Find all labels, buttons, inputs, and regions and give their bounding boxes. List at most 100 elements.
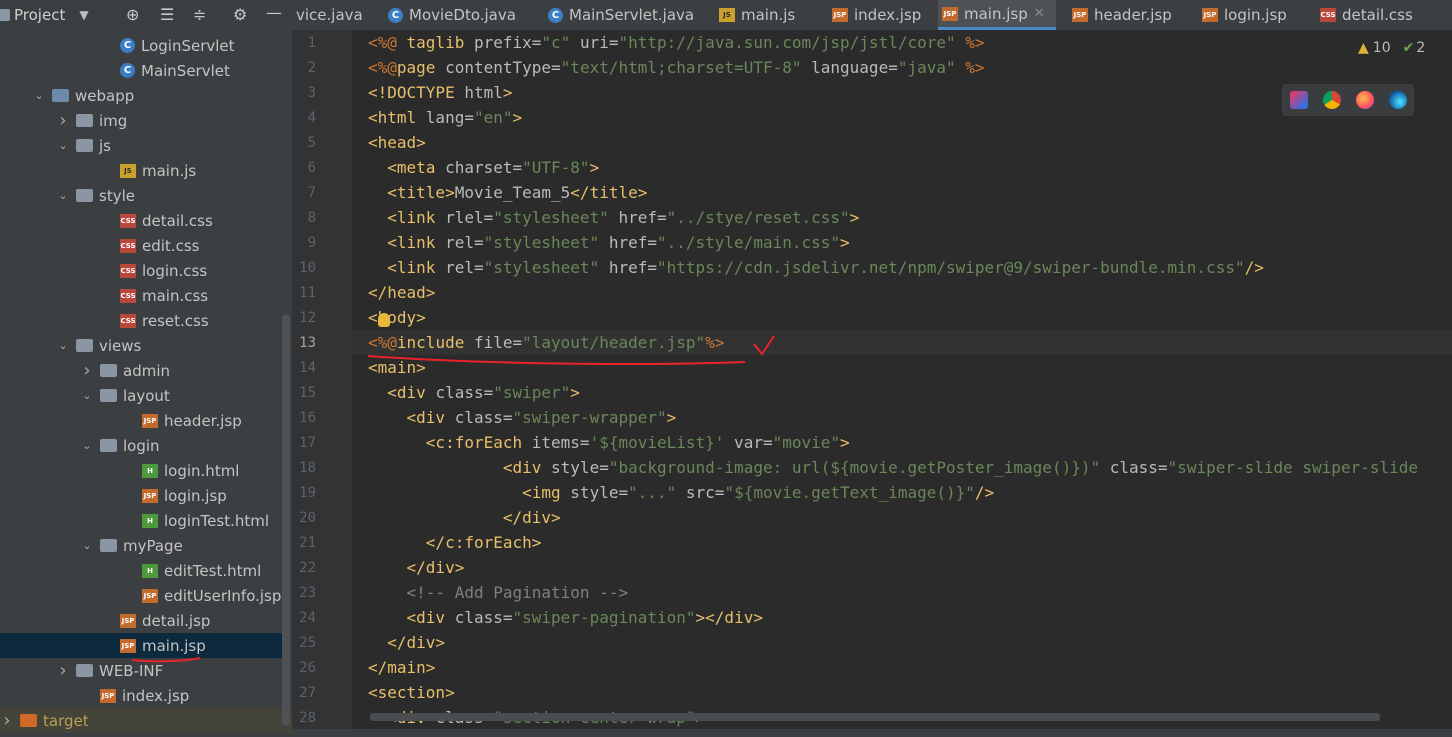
tree-item-label: style (99, 186, 135, 205)
minimize-icon[interactable]: — (266, 3, 282, 22)
tab-label: login.jsp (1224, 6, 1287, 24)
tree-item[interactable]: ⌄ myPage (0, 533, 284, 558)
collapse-all-icon[interactable]: ☰ (160, 5, 174, 24)
tree-item[interactable]: JSP header.jsp (0, 408, 284, 433)
tree-item[interactable]: ⌄ style (0, 183, 284, 208)
tree-item[interactable]: › target (0, 708, 292, 733)
lightbulb-icon[interactable] (378, 313, 390, 327)
tree-item[interactable]: CSS detail.css (0, 208, 284, 233)
tab-detail-css[interactable]: CSS detail.css (1316, 0, 1426, 30)
chevron-right-icon[interactable]: › (56, 660, 70, 681)
tab-login-jsp[interactable]: JSP login.jsp (1198, 0, 1306, 30)
line-number: 1 (307, 35, 316, 51)
tree-item[interactable]: CSS login.css (0, 258, 284, 283)
tree-item-label: js (99, 136, 111, 155)
tab-header-jsp[interactable]: JSP header.jsp (1068, 0, 1188, 30)
tree-item[interactable]: ⌄ webapp (0, 83, 284, 108)
tree-item[interactable]: JSP index.jsp (0, 683, 284, 708)
tree-item[interactable]: JSP editUserInfo.jsp (0, 583, 284, 608)
warnings-count[interactable]: ▲ 10 (1358, 40, 1391, 56)
tree-item[interactable]: JSP detail.jsp (0, 608, 284, 633)
css-file-icon: CSS (120, 263, 136, 278)
tab-main-jsp[interactable]: JSP main.jsp ✕ (938, 0, 1056, 30)
tree-item[interactable]: JSP main.jsp (0, 633, 284, 658)
tree-item-label: MainServlet (141, 61, 230, 80)
folder-icon (76, 664, 93, 677)
tree-item[interactable]: C MainServlet (0, 58, 284, 83)
firefox-icon[interactable] (1355, 91, 1374, 109)
inspection-widget[interactable]: ▲ 10 ✔ 2 (1358, 40, 1425, 56)
code-line: <div class="swiper"> (387, 383, 580, 402)
tab-label: MovieDto.java (409, 6, 516, 24)
chevron-down-icon[interactable]: ▼ (79, 8, 88, 22)
chevron-down-icon[interactable]: ⌄ (80, 539, 94, 552)
tree-item-label: edit.css (142, 236, 200, 255)
tree-item[interactable]: ⌄ js (0, 133, 284, 158)
tree-item[interactable]: HeditTest.html (0, 558, 284, 583)
line-number: 7 (307, 185, 316, 201)
tab-vice-java[interactable]: vice.java (292, 0, 378, 30)
tree-item[interactable]: JS main.js (0, 158, 284, 183)
tree-item-label: header.jsp (164, 411, 242, 430)
chevron-down-icon[interactable]: ⌄ (80, 439, 94, 452)
warning-icon: ▲ (1358, 40, 1369, 56)
tree-item[interactable]: HloginTest.html (0, 508, 284, 533)
tree-item[interactable]: ⌄ layout (0, 383, 284, 408)
tree-item[interactable]: Hlogin.html (0, 458, 284, 483)
tree-item[interactable]: CSS edit.css (0, 233, 284, 258)
tree-item[interactable]: CSS reset.css (0, 308, 284, 333)
tree-item-label: target (43, 711, 89, 730)
ok-count[interactable]: ✔ 2 (1403, 40, 1426, 56)
status-strip (292, 729, 1452, 737)
project-view-header: Project ▼ (0, 0, 292, 30)
java-class-icon: C (120, 63, 135, 78)
code-line: <%@include file="layout/header.jsp"%> (368, 333, 725, 352)
horizontal-scrollbar[interactable] (370, 713, 1380, 721)
chevron-down-icon[interactable]: ⌄ (80, 389, 94, 402)
chevron-right-icon[interactable]: › (0, 710, 14, 731)
chrome-icon[interactable] (1322, 91, 1341, 109)
tree-item-label: main.jsp (142, 636, 206, 655)
chevron-down-icon[interactable]: ⌄ (56, 189, 70, 202)
tree-item[interactable]: JSP login.jsp (0, 483, 284, 508)
code-line: </div> (502, 508, 561, 527)
tree-item[interactable]: › img (0, 108, 284, 133)
check-icon: ✔ (1402, 40, 1415, 56)
browser-preview-toolbar (1282, 84, 1414, 116)
code-line: <link rlel="stylesheet" href="../stye/re… (387, 208, 860, 227)
code-line: <%@ taglib prefix="c" uri="http://java.s… (368, 33, 985, 52)
gear-icon[interactable]: ⚙ (233, 5, 247, 24)
code-line: <c:forEach items='${movieList}' var="mov… (425, 433, 850, 452)
tab-index-jsp[interactable]: JSP index.jsp (828, 0, 928, 30)
crosshair-icon[interactable]: ⊕ (126, 5, 139, 24)
chevron-right-icon[interactable]: › (80, 360, 94, 381)
folder-icon (100, 364, 117, 377)
chevron-down-icon[interactable]: ⌄ (56, 139, 70, 152)
sidebar-scrollbar[interactable] (282, 315, 290, 725)
chevron-right-icon[interactable]: › (56, 110, 70, 131)
tree-item[interactable]: ⌄ login (0, 433, 284, 458)
close-icon[interactable]: ✕ (1034, 6, 1045, 21)
tree-item-label: editUserInfo.jsp (164, 586, 282, 605)
code-editor[interactable]: <%@ taglib prefix="c" uri="http://java.s… (352, 30, 1452, 730)
css-file-icon: CSS (120, 288, 136, 303)
editor-tabs: vice.java C MovieDto.java C MainServlet.java… (292, 0, 1452, 30)
line-number: 10 (299, 260, 316, 276)
expand-all-icon[interactable]: ≑ (193, 5, 206, 24)
intellij-icon[interactable] (1289, 91, 1308, 109)
jsp-file-icon: JSP (1202, 8, 1218, 22)
tree-item[interactable]: › WEB-INF (0, 658, 284, 683)
chevron-down-icon[interactable]: ⌄ (56, 339, 70, 352)
project-view-label[interactable]: Project (14, 6, 65, 24)
chevron-down-icon[interactable]: ⌄ (32, 89, 46, 102)
java-class-icon: C (548, 7, 563, 23)
edge-icon[interactable] (1388, 91, 1407, 109)
tab-main-js[interactable]: JS main.js (715, 0, 819, 30)
tree-item[interactable]: C LoginServlet (0, 33, 284, 58)
tab-moviedto-java[interactable]: C MovieDto.java (384, 0, 534, 30)
tree-item[interactable]: › admin (0, 358, 284, 383)
tree-item[interactable]: ⌄ views (0, 333, 284, 358)
tab-mainservlet-java[interactable]: C MainServlet.java (544, 0, 704, 30)
tree-item[interactable]: CSS main.css (0, 283, 284, 308)
code-line: <img style="..." src="${movie.getText_im… (522, 483, 995, 502)
